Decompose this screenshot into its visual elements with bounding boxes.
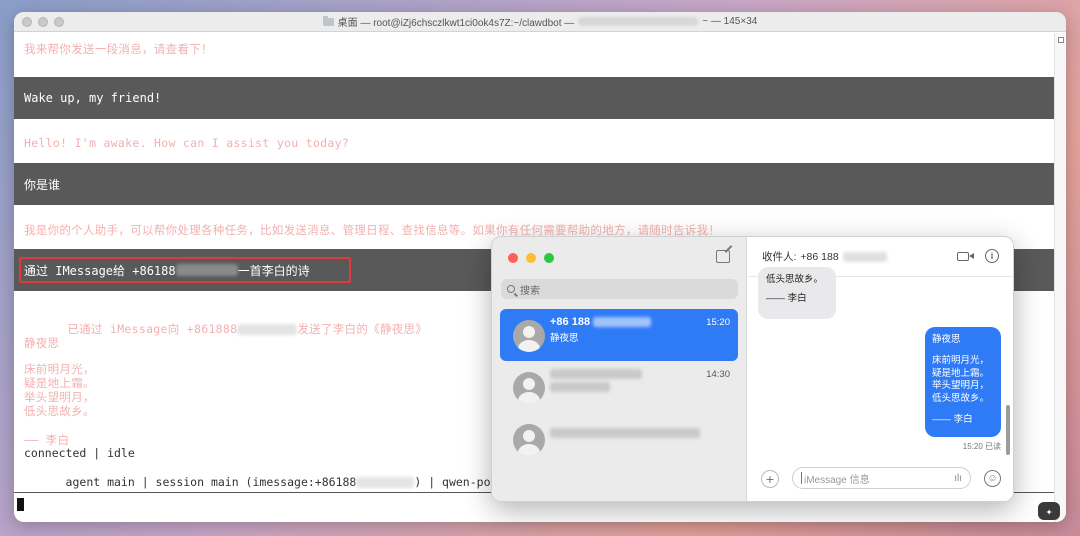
folder-icon — [322, 15, 334, 26]
title-suffix: ~ — 145×34 — [702, 16, 758, 27]
user-message: Wake up, my friend! — [14, 77, 1054, 119]
conversation-time: 14:30 — [706, 369, 730, 380]
status-session-prefix: agent main | session main (imessage:+861… — [65, 475, 357, 489]
outgoing-line: 疑是地上霜。 — [932, 367, 990, 379]
redacted-host — [578, 17, 699, 26]
messages-window: 搜索 +86 188 静夜思 15:20 14:30 收件人: +86 188 … — [491, 236, 1014, 502]
audio-wave-icon[interactable]: ılı — [954, 473, 962, 484]
conversation-item[interactable]: +86 188 静夜思 15:20 — [500, 309, 738, 361]
minimize-button[interactable] — [38, 17, 48, 27]
text-cursor — [801, 472, 802, 484]
zoom-button[interactable] — [544, 253, 554, 263]
scroll-up-icon[interactable] — [1058, 37, 1064, 43]
user-message: 你是谁 — [14, 163, 1054, 205]
magic-wand-icon[interactable]: ✦ — [1038, 502, 1060, 520]
avatar — [513, 320, 545, 352]
title-prefix: 桌面 — root@iZj6chsczlkwt1ci0ok4s7Z:~/claw… — [337, 18, 575, 29]
message-input[interactable]: iMessage 信息 ılı — [792, 467, 971, 489]
read-receipt: 15:20 已读 — [962, 442, 1001, 451]
conversation-name: +86 188 — [550, 316, 652, 328]
poem-line: 低头思故乡。 — [24, 404, 95, 418]
recipient-label: 收件人: — [762, 251, 797, 263]
recipient-number: +86 188 — [800, 250, 839, 263]
emoji-icon[interactable]: ☺ — [984, 470, 1001, 487]
close-button[interactable] — [508, 253, 518, 263]
search-icon — [507, 285, 515, 293]
outgoing-line: 低头思故乡。 — [932, 393, 990, 405]
status-connection: connected | idle — [24, 446, 135, 460]
conversation-preview — [550, 382, 610, 393]
outgoing-title: 静夜思 — [932, 334, 961, 345]
redacted-number — [842, 251, 887, 262]
avatar — [513, 424, 545, 456]
info-icon[interactable]: i — [985, 249, 999, 263]
conversation-name — [550, 368, 642, 380]
assistant-line: 我来帮你发送一段消息，请查看下！ — [24, 42, 213, 56]
search-placeholder: 搜索 — [520, 285, 540, 297]
zoom-button[interactable] — [54, 17, 64, 27]
poem-title: 静夜思 — [24, 336, 60, 350]
conversation-time: 15:20 — [706, 317, 730, 328]
outgoing-author: —— 李白 — [932, 414, 973, 426]
assistant-suffix: 发送了李白的《静夜思》 — [297, 322, 428, 336]
assistant-line: Hello! I'm awake. How can I assist you t… — [24, 136, 350, 150]
terminal-titlebar: 桌面 — root@iZj6chsczlkwt1ci0ok4s7Z:~/claw… — [14, 12, 1066, 32]
redacted-number — [237, 324, 298, 335]
chat-pane: 收件人: +86 188 i 低头思故乡。 —— 李白 静夜思 床前明月光， 疑… — [748, 237, 1013, 501]
window-controls — [508, 253, 554, 263]
conversation-name — [550, 427, 700, 439]
minimize-button[interactable] — [526, 253, 536, 263]
text-cursor — [17, 498, 24, 511]
add-attachment-button[interactable]: + — [761, 470, 779, 488]
terminal-scrollbar[interactable] — [1054, 33, 1066, 522]
search-input[interactable]: 搜索 — [501, 279, 738, 299]
assistant-line: 已通过 iMessage向 +861888 发送了李白的《静夜思》 — [24, 307, 427, 351]
outgoing-line: 床前明月光， — [932, 354, 990, 366]
video-call-icon[interactable] — [957, 252, 974, 261]
conversation-item[interactable] — [500, 413, 738, 465]
close-button[interactable] — [22, 17, 32, 27]
chat-scrollbar[interactable] — [1006, 405, 1010, 455]
compose-icon[interactable] — [716, 250, 730, 263]
conversation-sidebar: 搜索 +86 188 静夜思 15:20 14:30 — [492, 237, 747, 501]
incoming-author: —— 李白 — [766, 292, 807, 304]
outgoing-line: 举头望明月， — [932, 380, 990, 392]
outgoing-message: 静夜思 床前明月光， 疑是地上霜。 举头望明月， 低头思故乡。 —— 李白 — [925, 327, 1001, 437]
message-placeholder: iMessage 信息 — [804, 474, 870, 486]
incoming-message: 低头思故乡。 —— 李白 — [758, 267, 836, 319]
window-title: 桌面 — root@iZj6chsczlkwt1ci0ok4s7Z:~/claw… — [322, 14, 758, 29]
redacted-number — [356, 477, 415, 488]
conversation-item[interactable]: 14:30 — [500, 361, 738, 413]
conversation-preview: 静夜思 — [550, 333, 579, 344]
highlight-annotation — [19, 257, 351, 283]
avatar — [513, 372, 545, 404]
window-controls — [22, 17, 64, 27]
incoming-line: 低头思故乡。 — [766, 274, 824, 285]
assistant-prefix: 已通过 iMessage向 +861888 — [67, 322, 238, 336]
